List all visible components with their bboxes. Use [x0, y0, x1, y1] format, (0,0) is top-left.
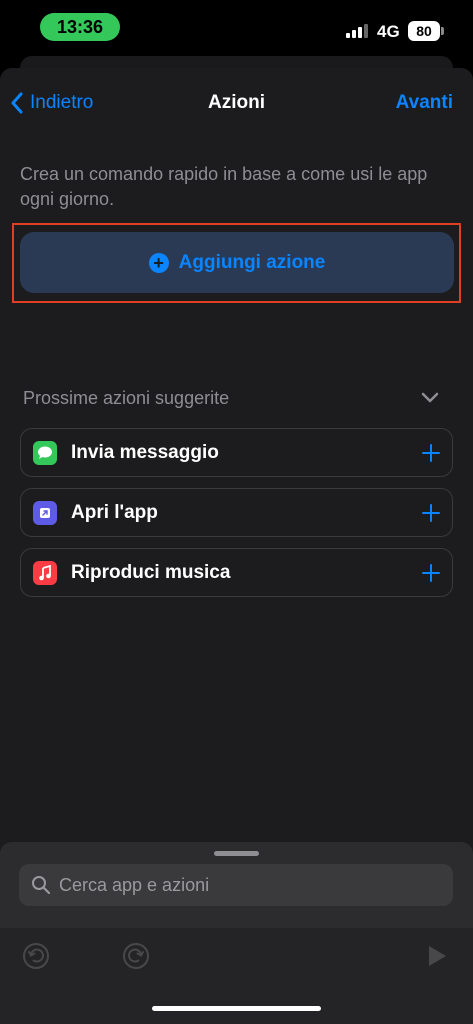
plus-circle-icon: +	[148, 252, 169, 273]
battery-icon: 80	[408, 21, 440, 41]
suggestion-open-app[interactable]: Apri l'app	[20, 488, 453, 537]
suggestion-play-music[interactable]: Riproduci musica	[20, 548, 453, 597]
chevron-down-icon[interactable]	[421, 392, 439, 404]
add-icon[interactable]	[422, 563, 440, 582]
open-app-icon	[33, 500, 57, 525]
network-type: 4G	[377, 22, 400, 41]
suggestion-label: Apri l'app	[71, 501, 158, 523]
redo-icon[interactable]	[122, 942, 150, 970]
actions-search-panel: Cerca app e azioni	[0, 842, 473, 1024]
suggestion-label: Invia messaggio	[71, 441, 219, 463]
status-time: 13:36	[40, 13, 120, 41]
panel-grabber[interactable]	[214, 851, 259, 856]
music-icon	[33, 560, 57, 585]
messages-icon	[33, 440, 57, 465]
search-icon	[32, 876, 51, 895]
add-action-button[interactable]: + Aggiungi azione	[20, 232, 454, 293]
next-button[interactable]: Avanti	[396, 92, 453, 114]
add-icon[interactable]	[422, 443, 440, 462]
cellular-signal-icon	[346, 24, 368, 38]
play-icon[interactable]	[427, 945, 447, 967]
search-input[interactable]: Cerca app e azioni	[19, 864, 453, 906]
suggestion-label: Riproduci musica	[71, 561, 231, 583]
navigation-bar: Indietro Azioni Avanti	[0, 68, 473, 138]
intro-text: Crea un comando rapido in base a come us…	[20, 164, 428, 209]
suggestions-header: Prossime azioni suggerite	[23, 388, 230, 408]
add-action-label: Aggiungi azione	[178, 251, 326, 273]
suggestion-send-message[interactable]: Invia messaggio	[20, 428, 453, 477]
battery-tip	[441, 27, 444, 35]
add-icon[interactable]	[422, 503, 440, 522]
search-placeholder: Cerca app e azioni	[59, 874, 210, 895]
status-bar: 13:36 4G 80	[0, 0, 473, 56]
home-indicator	[152, 1006, 321, 1011]
undo-icon[interactable]	[22, 942, 50, 970]
